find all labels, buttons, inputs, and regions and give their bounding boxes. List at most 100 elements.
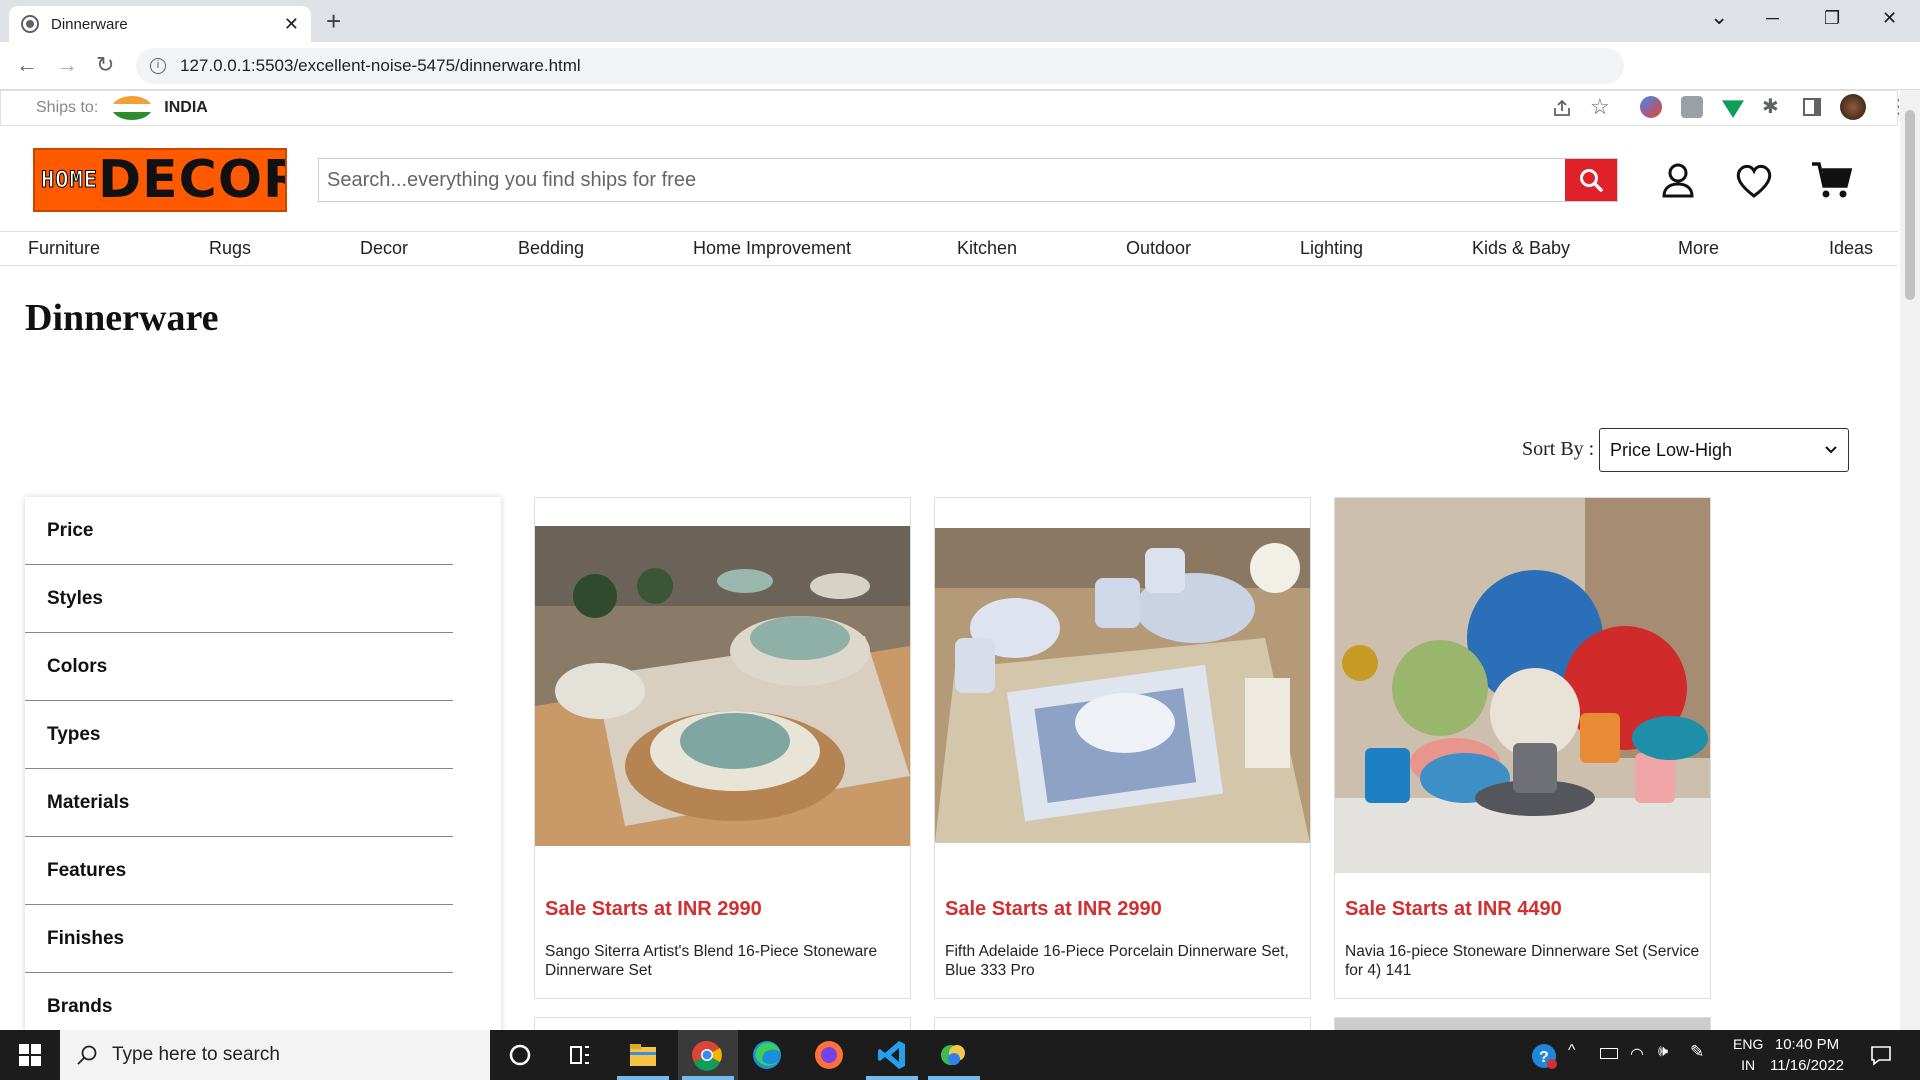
pen-icon[interactable]: ✎ bbox=[1690, 1042, 1704, 1062]
address-bar[interactable]: i 127.0.0.1:5503/excellent-noise-5475/di… bbox=[136, 48, 1624, 84]
tab-close-icon[interactable]: ✕ bbox=[284, 14, 299, 35]
language-code: ENG bbox=[1733, 1036, 1764, 1052]
product-card[interactable] bbox=[534, 1017, 911, 1030]
filter-label: Features bbox=[47, 859, 127, 881]
info-icon[interactable]: i bbox=[150, 58, 166, 74]
site-logo[interactable]: HOME DECOR bbox=[33, 148, 287, 212]
edge-icon[interactable] bbox=[750, 1038, 784, 1072]
filter-styles[interactable]: Styles bbox=[25, 565, 453, 633]
nav-ideas[interactable]: Ideas bbox=[1829, 238, 1873, 259]
product-image bbox=[535, 526, 910, 846]
volume-icon[interactable]: 🕪 bbox=[1658, 1043, 1668, 1061]
page-scrollbar[interactable] bbox=[1900, 90, 1920, 1030]
ships-to-country[interactable]: INDIA bbox=[164, 99, 208, 117]
product-price: Sale Starts at INR 4490 bbox=[1345, 898, 1562, 920]
product-card[interactable]: Sale Starts at INR 2990 Sango Siterra Ar… bbox=[534, 497, 911, 999]
taskbar-clock[interactable]: 10:40 PM 11/16/2022 bbox=[1770, 1034, 1844, 1076]
search-box bbox=[318, 158, 1618, 202]
webpage: Ships to: INDIA HOME DECOR Furniture Rug… bbox=[0, 90, 1900, 1030]
product-card[interactable] bbox=[1334, 1017, 1711, 1030]
new-tab-button[interactable]: + bbox=[326, 6, 341, 37]
taskbar-search-placeholder: Type here to search bbox=[112, 1044, 280, 1065]
filter-label: Colors bbox=[47, 655, 108, 677]
nav-rugs[interactable]: Rugs bbox=[209, 238, 251, 259]
taskbar-search[interactable]: Type here to search bbox=[60, 1030, 490, 1080]
close-window-button[interactable]: ✕ bbox=[1882, 8, 1897, 29]
notifications-icon[interactable] bbox=[1870, 1044, 1892, 1066]
minimize-button[interactable]: ─ bbox=[1766, 8, 1779, 29]
heart-icon[interactable] bbox=[1730, 156, 1778, 204]
firefox-icon[interactable] bbox=[812, 1038, 846, 1072]
nav-kids-baby[interactable]: Kids & Baby bbox=[1472, 238, 1570, 259]
product-card[interactable]: Sale Starts at INR 4490 Navia 16-piece S… bbox=[1334, 497, 1711, 999]
wifi-icon[interactable]: ◠ bbox=[1630, 1044, 1644, 1064]
filter-sidebar: Price Styles Colors Types Materials Feat… bbox=[25, 497, 501, 1030]
restore-button[interactable]: ❐ bbox=[1824, 8, 1840, 29]
nav-more[interactable]: More bbox=[1678, 238, 1719, 259]
cortana-icon[interactable] bbox=[503, 1038, 537, 1072]
product-name[interactable]: Sango Siterra Artist's Blend 16-Piece St… bbox=[545, 942, 900, 980]
search-input[interactable] bbox=[319, 159, 1565, 201]
globe-icon bbox=[21, 15, 39, 33]
nav-bedding[interactable]: Bedding bbox=[518, 238, 584, 259]
filter-colors[interactable]: Colors bbox=[25, 633, 453, 701]
browser-tab[interactable]: Dinnerware ✕ bbox=[9, 6, 311, 42]
nav-lighting[interactable]: Lighting bbox=[1300, 238, 1363, 259]
clock-time: 10:40 PM bbox=[1774, 1036, 1840, 1053]
nav-furniture[interactable]: Furniture bbox=[28, 238, 100, 259]
product-image bbox=[935, 528, 1310, 843]
back-icon[interactable]: ← bbox=[16, 52, 38, 78]
filter-brands[interactable]: Brands bbox=[25, 973, 453, 1030]
file-explorer-icon[interactable] bbox=[626, 1038, 660, 1072]
product-price: Sale Starts at INR 2990 bbox=[545, 898, 762, 920]
search-icon bbox=[77, 1045, 97, 1065]
tab-title: Dinnerware bbox=[51, 15, 128, 33]
filter-price[interactable]: Price bbox=[25, 497, 453, 565]
task-view-icon[interactable] bbox=[563, 1038, 597, 1072]
browser-tab-bar: Dinnerware ✕ + ⌄ ─ ❐ ✕ bbox=[0, 0, 1920, 42]
reload-icon[interactable]: ↻ bbox=[96, 52, 114, 78]
language-indicator[interactable]: ENG IN bbox=[1733, 1034, 1763, 1076]
logo-home: HOME bbox=[41, 167, 98, 193]
battery-icon[interactable] bbox=[1600, 1048, 1618, 1059]
chevron-up-icon[interactable]: ^ bbox=[1568, 1042, 1576, 1060]
product-image bbox=[1335, 498, 1710, 873]
filter-features[interactable]: Features bbox=[25, 837, 453, 905]
nav-home-improvement[interactable]: Home Improvement bbox=[693, 238, 851, 259]
forward-icon[interactable]: → bbox=[56, 52, 78, 78]
start-button[interactable] bbox=[0, 1030, 60, 1080]
search-button[interactable] bbox=[1565, 159, 1617, 201]
cart-icon[interactable] bbox=[1808, 156, 1856, 204]
sort-selected-value: Price Low-High bbox=[1610, 439, 1733, 460]
region-code: IN bbox=[1741, 1057, 1756, 1073]
filter-materials[interactable]: Materials bbox=[25, 769, 453, 837]
app-icon[interactable] bbox=[937, 1038, 971, 1072]
windows-taskbar: Type here to search ? ^ ◠ 🕪 ✎ ENG IN 10:… bbox=[0, 1030, 1920, 1080]
account-icon[interactable] bbox=[1654, 156, 1702, 204]
ships-to-label: Ships to: bbox=[36, 99, 99, 116]
tab-search-icon[interactable]: ⌄ bbox=[1710, 4, 1728, 30]
product-name[interactable]: Navia 16-piece Stoneware Dinnerware Set … bbox=[1345, 942, 1700, 980]
filter-label: Price bbox=[47, 519, 94, 541]
filter-finishes[interactable]: Finishes bbox=[25, 905, 453, 973]
clock-date: 11/16/2022 bbox=[1770, 1057, 1844, 1074]
scrollbar-thumb[interactable] bbox=[1905, 110, 1915, 300]
site-header: HOME DECOR bbox=[0, 126, 1898, 232]
sort-label: Sort By : bbox=[1522, 438, 1595, 460]
browser-toolbar: ← → ↻ i 127.0.0.1:5503/excellent-noise-5… bbox=[0, 42, 1920, 120]
filter-types[interactable]: Types bbox=[25, 701, 453, 769]
url-text: 127.0.0.1:5503/excellent-noise-5475/dinn… bbox=[180, 56, 581, 75]
chevron-down-icon bbox=[1825, 446, 1837, 454]
product-card[interactable] bbox=[934, 1017, 1311, 1030]
chrome-icon[interactable] bbox=[690, 1038, 724, 1072]
nav-decor[interactable]: Decor bbox=[360, 238, 408, 259]
windows-logo-icon bbox=[19, 1044, 41, 1066]
product-card[interactable]: Sale Starts at INR 2990 Fifth Adelaide 1… bbox=[934, 497, 1311, 999]
sort-select[interactable]: Price Low-High bbox=[1599, 428, 1849, 472]
vscode-icon[interactable] bbox=[875, 1038, 909, 1072]
nav-kitchen[interactable]: Kitchen bbox=[957, 238, 1017, 259]
nav-outdoor[interactable]: Outdoor bbox=[1126, 238, 1191, 259]
filter-label: Styles bbox=[47, 587, 103, 609]
help-icon[interactable]: ? bbox=[1530, 1042, 1558, 1070]
product-name[interactable]: Fifth Adelaide 16-Piece Porcelain Dinner… bbox=[945, 942, 1300, 980]
